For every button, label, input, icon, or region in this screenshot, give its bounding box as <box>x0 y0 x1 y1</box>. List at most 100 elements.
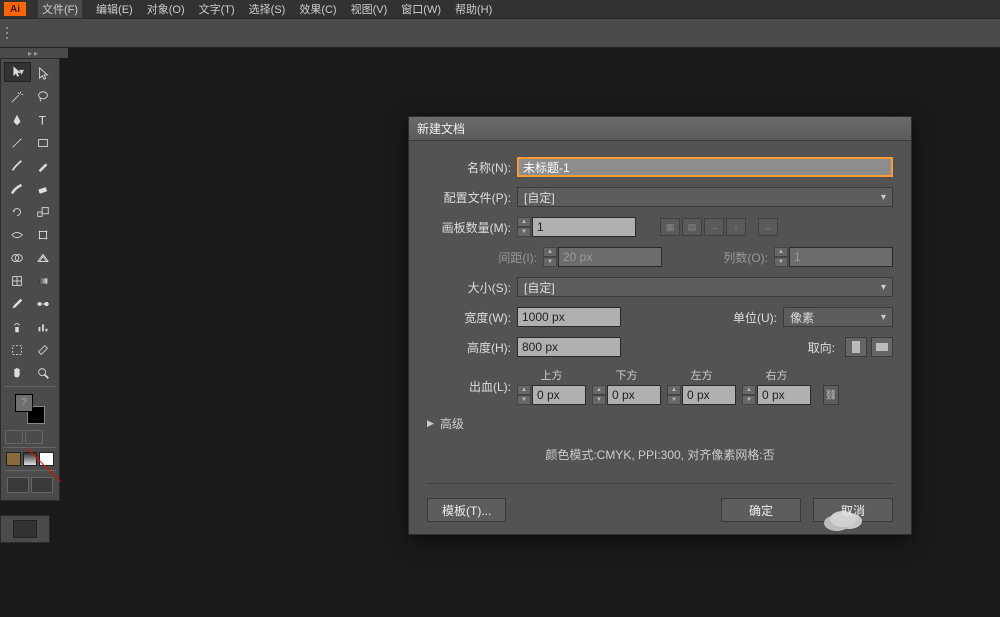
name-input[interactable] <box>517 157 893 177</box>
blob-brush-tool-icon[interactable] <box>4 177 30 200</box>
height-input[interactable] <box>517 337 621 357</box>
ok-button[interactable]: 确定 <box>721 498 801 522</box>
blend-tool-icon[interactable] <box>30 292 56 315</box>
arrange-row-icon[interactable]: → <box>704 218 724 236</box>
template-button[interactable]: 模板(T)... <box>427 498 506 522</box>
menu-effect[interactable]: 效果(C) <box>299 1 336 17</box>
orientation-portrait-icon[interactable] <box>845 337 867 357</box>
menu-select[interactable]: 选择(S) <box>249 1 286 17</box>
artboard-tool-icon[interactable] <box>4 338 30 361</box>
paintbrush-tool-icon[interactable] <box>4 154 30 177</box>
advanced-toggle[interactable]: ▶高级 <box>427 415 893 432</box>
fill-stroke-swatch[interactable]: ? <box>4 389 56 429</box>
eraser-tool-icon[interactable] <box>30 177 56 200</box>
columns-input <box>789 247 893 267</box>
rectangle-tool-icon[interactable] <box>30 131 56 154</box>
app-logo: Ai <box>4 2 26 16</box>
dialog-title: 新建文档 <box>417 120 465 137</box>
units-label: 单位(U): <box>733 309 777 326</box>
pencil-tool-icon[interactable] <box>30 154 56 177</box>
eyedropper-tool-icon[interactable] <box>4 292 30 315</box>
name-label: 名称(N): <box>427 159 511 176</box>
bleed-label: 出血(L): <box>427 378 511 395</box>
arrange-grid-row-icon[interactable]: ▦ <box>660 218 680 236</box>
bleed-top-input[interactable] <box>532 385 586 405</box>
mini-panel[interactable] <box>0 515 50 543</box>
menu-edit[interactable]: 编辑(E) <box>96 1 133 17</box>
tools-collapse[interactable]: ▸▸ <box>0 48 68 58</box>
width-tool-icon[interactable] <box>4 223 30 246</box>
artboards-input[interactable] <box>532 217 636 237</box>
width-label: 宽度(W): <box>427 309 511 326</box>
menu-help[interactable]: 帮助(H) <box>455 1 492 17</box>
menu-bar: Ai 文件(F) 编辑(E) 对象(O) 文字(T) 选择(S) 效果(C) 视… <box>0 0 1000 18</box>
arrange-rtl-icon[interactable]: ↔ <box>758 218 778 236</box>
bleed-bottom-label: 下方 <box>592 367 661 383</box>
bleed-right-stepper[interactable]: ▲▼ <box>742 385 756 405</box>
spacing-stepper: ▲▼ <box>543 247 557 267</box>
shape-builder-tool-icon[interactable] <box>4 246 30 269</box>
columns-stepper: ▲▼ <box>774 247 788 267</box>
profile-select[interactable]: [自定] <box>517 187 893 207</box>
gradient-tool-icon[interactable] <box>30 269 56 292</box>
spacing-input <box>558 247 662 267</box>
orientation-label: 取向: <box>808 339 835 356</box>
zoom-tool-icon[interactable] <box>30 361 56 384</box>
spacing-label: 间距(I): <box>427 249 537 266</box>
size-select[interactable]: [自定] <box>517 277 893 297</box>
rotate-tool-icon[interactable] <box>4 200 30 223</box>
profile-label: 配置文件(P): <box>427 189 511 206</box>
svg-text:T: T <box>39 113 47 127</box>
mesh-tool-icon[interactable] <box>4 269 30 292</box>
slice-tool-icon[interactable] <box>30 338 56 361</box>
column-graph-tool-icon[interactable] <box>30 315 56 338</box>
arrange-grid-col-icon[interactable]: ▤ <box>682 218 702 236</box>
mode-summary-text: 颜色模式:CMYK, PPI:300, 对齐像素网格:否 <box>427 446 893 463</box>
arrange-col-icon[interactable]: ↓ <box>726 218 746 236</box>
scale-tool-icon[interactable] <box>30 200 56 223</box>
line-tool-icon[interactable] <box>4 131 30 154</box>
hand-tool-icon[interactable] <box>4 361 30 384</box>
options-bar <box>0 18 1000 48</box>
size-label: 大小(S): <box>427 279 511 296</box>
bleed-top-label: 上方 <box>517 367 586 383</box>
menu-object[interactable]: 对象(O) <box>147 1 185 17</box>
divider <box>427 483 893 484</box>
bleed-right-input[interactable] <box>757 385 811 405</box>
menu-text[interactable]: 文字(T) <box>199 1 235 17</box>
color-mode-row[interactable] <box>4 450 56 468</box>
bleed-left-input[interactable] <box>682 385 736 405</box>
orientation-landscape-icon[interactable] <box>871 337 893 357</box>
units-select[interactable]: 像素 <box>783 307 893 327</box>
symbol-sprayer-tool-icon[interactable] <box>4 315 30 338</box>
cancel-button[interactable]: 取消 <box>813 498 893 522</box>
free-transform-tool-icon[interactable] <box>30 223 56 246</box>
bleed-left-stepper[interactable]: ▲▼ <box>667 385 681 405</box>
columns-label: 列数(O): <box>723 249 768 266</box>
type-tool-icon[interactable]: T <box>30 108 56 131</box>
bleed-top-stepper[interactable]: ▲▼ <box>517 385 531 405</box>
width-input[interactable] <box>517 307 621 327</box>
tools-panel: ▸▸ T <box>0 48 68 543</box>
perspective-grid-tool-icon[interactable] <box>30 246 56 269</box>
screen-mode-row[interactable] <box>4 473 56 497</box>
dialog-title-bar[interactable]: 新建文档 <box>409 117 911 141</box>
artboards-label: 画板数量(M): <box>427 219 511 236</box>
bleed-bottom-input[interactable] <box>607 385 661 405</box>
menu-view[interactable]: 视图(V) <box>351 1 388 17</box>
menu-window[interactable]: 窗口(W) <box>401 1 441 17</box>
height-label: 高度(H): <box>427 339 511 356</box>
bleed-left-label: 左方 <box>667 367 736 383</box>
new-document-dialog: 新建文档 名称(N): 配置文件(P): [自定] 画板数量(M): ▲▼ ▦ … <box>408 116 912 535</box>
magic-wand-tool-icon[interactable] <box>4 85 30 108</box>
direct-selection-tool-icon[interactable] <box>31 62 56 85</box>
bleed-bottom-stepper[interactable]: ▲▼ <box>592 385 606 405</box>
options-bar-grip[interactable] <box>2 19 12 47</box>
lasso-tool-icon[interactable] <box>30 85 56 108</box>
bleed-link-icon[interactable]: ⛓ <box>823 385 839 405</box>
menu-file[interactable]: 文件(F) <box>38 0 82 18</box>
bleed-right-label: 右方 <box>742 367 811 383</box>
selection-tool-icon[interactable] <box>4 62 31 82</box>
pen-tool-icon[interactable] <box>4 108 30 131</box>
artboards-stepper[interactable]: ▲▼ <box>517 217 531 237</box>
